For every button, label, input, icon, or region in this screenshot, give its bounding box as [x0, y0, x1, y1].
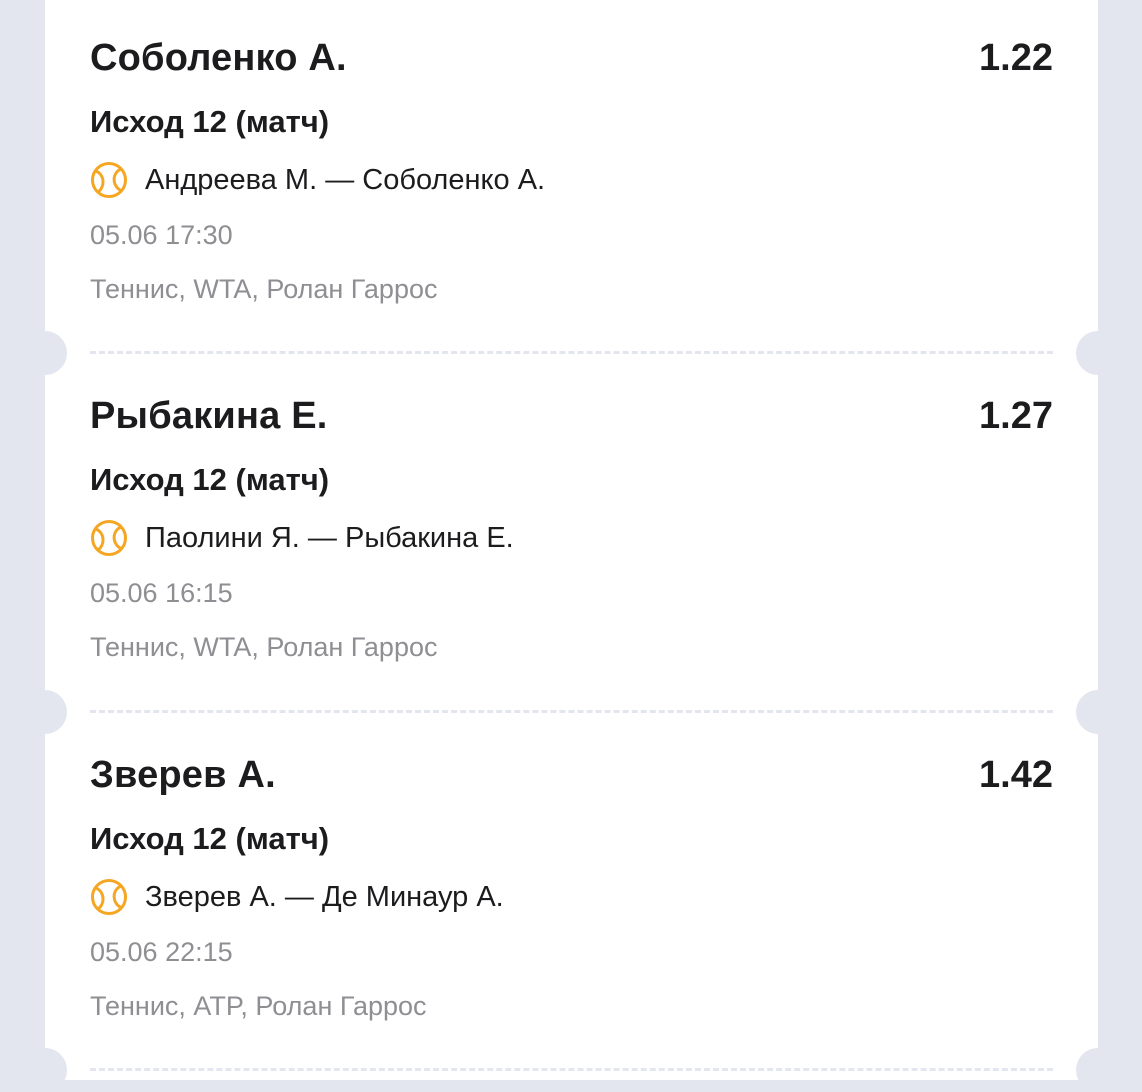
ticket-notch-left [23, 690, 67, 734]
ticket-notch-right [1076, 690, 1120, 734]
event-date: 05.06 22:15 [90, 937, 233, 967]
ticket-notch-left [23, 1048, 67, 1092]
bet-odds: 1.22 [979, 37, 1053, 79]
event-row: Зверев А. — Де Минаур А. [90, 877, 504, 917]
event-row: Паолини Я. — Рыбакина Е. [90, 518, 514, 558]
event-date: 05.06 17:30 [90, 220, 233, 250]
dashed-divider [90, 1068, 1053, 1071]
bet-odds: 1.27 [979, 395, 1053, 437]
tennis-ball-icon [91, 162, 127, 198]
bet-odds: 1.42 [979, 754, 1053, 796]
bet-item[interactable]: Соболенко А. 1.22 Исход 12 (матч) Андрее… [45, 0, 1098, 358]
event-league: Теннис, WTA, Ролан Гаррос [90, 632, 438, 662]
event-date: 05.06 16:15 [90, 578, 233, 608]
ticket-notch-right [1076, 1048, 1120, 1092]
bet-market: Исход 12 (матч) [90, 104, 330, 139]
event-name: Андреева М. — Соболенко А. [145, 163, 546, 196]
bet-pick: Соболенко А. [90, 37, 347, 79]
event-name: Зверев А. — Де Минаур А. [145, 880, 504, 913]
bet-slip-ticket: Соболенко А. 1.22 Исход 12 (матч) Андрее… [45, 0, 1098, 1080]
event-row: Андреева М. — Соболенко А. [90, 160, 545, 200]
dashed-divider [90, 351, 1053, 354]
bet-market: Исход 12 (матч) [90, 462, 330, 497]
bet-market: Исход 12 (матч) [90, 821, 330, 856]
tennis-ball-icon [91, 520, 127, 556]
ticket-notch-left [23, 331, 67, 375]
dashed-divider [90, 710, 1053, 713]
bet-pick: Рыбакина Е. [90, 395, 328, 437]
bet-item[interactable]: Рыбакина Е. 1.27 Исход 12 (матч) Паолини… [45, 358, 1098, 716]
tennis-ball-icon [91, 879, 127, 915]
event-name: Паолини Я. — Рыбакина Е. [145, 521, 514, 554]
bet-item[interactable]: Зверев А. 1.42 Исход 12 (матч) Зверев А.… [45, 717, 1098, 1075]
ticket-notch-right [1076, 331, 1120, 375]
bet-pick: Зверев А. [90, 754, 276, 796]
event-league: Теннис, WTA, Ролан Гаррос [90, 274, 438, 304]
event-league: Теннис, ATP, Ролан Гаррос [90, 991, 427, 1021]
